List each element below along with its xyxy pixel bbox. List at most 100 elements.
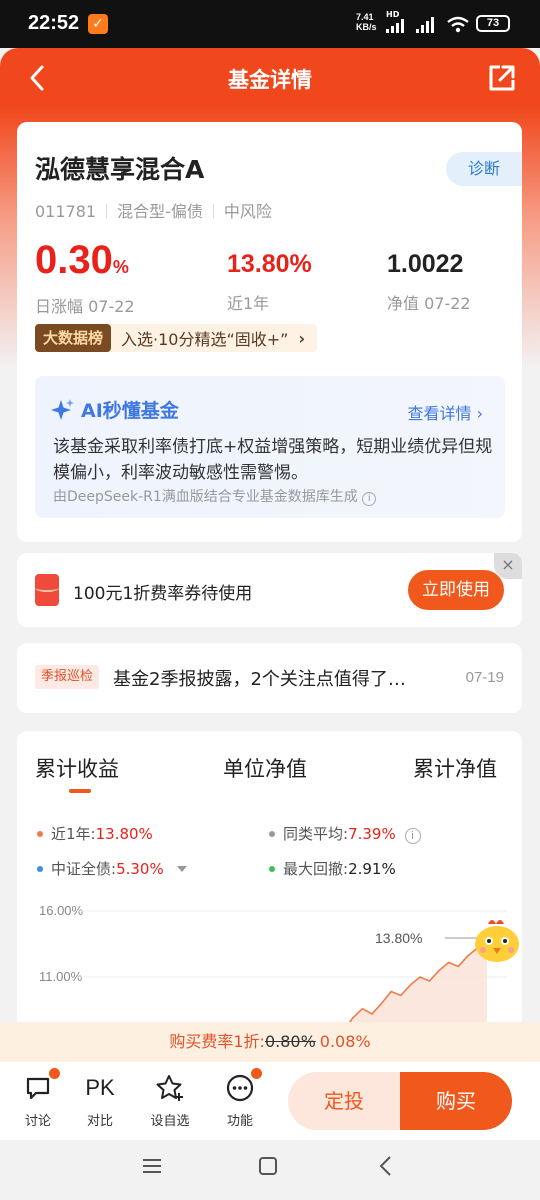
tab-cumulative-return[interactable]: 累计收益 xyxy=(35,753,119,783)
fund-type: 混合型-偏债 xyxy=(117,202,203,221)
home-icon[interactable] xyxy=(258,1156,278,1176)
ai-summary-text: 该基金采取利率债打底+权益增强策略，短期业绩优异但规模偏小，利率波动敏感性需警惕… xyxy=(53,437,493,483)
system-nav-bar xyxy=(0,1140,540,1200)
signal-icon-2 xyxy=(416,17,434,33)
buy-button[interactable]: 购买 xyxy=(400,1072,512,1130)
discuss-button[interactable]: 讨论 xyxy=(8,1068,68,1129)
notification-dot xyxy=(251,1068,262,1079)
legend-fund-value: 13.80% xyxy=(95,825,153,843)
title-bar: 基金详情 xyxy=(0,48,540,108)
add-watchlist-button[interactable]: 设自选 xyxy=(140,1072,200,1129)
menu-icon[interactable] xyxy=(142,1156,162,1176)
chevron-right-icon: › xyxy=(298,328,306,348)
news-headline: 基金2季报披露，2个关注点值得了… xyxy=(113,669,406,690)
fee-new: 0.08% xyxy=(319,1032,371,1051)
chevron-right-icon: › xyxy=(476,404,483,423)
mascot-icon xyxy=(475,920,519,962)
app-notification-icon: ✓ xyxy=(88,14,108,34)
daily-change-unit: % xyxy=(112,257,129,277)
fund-meta: 011781 混合型-偏债 中风险 xyxy=(35,198,272,222)
legend-drawdown-value: 2.91% xyxy=(348,860,396,878)
nav-label: 净值 07-22 xyxy=(387,294,471,313)
daily-change-stat: 0.30% 日涨幅 07-22 xyxy=(35,238,135,317)
pk-icon: PK xyxy=(85,1075,115,1100)
hd-label: HD xyxy=(386,10,400,19)
ai-title-text: AI秒懂基金 xyxy=(81,400,179,422)
legend-peer-label: 同类平均: xyxy=(283,825,349,843)
nav-value: 1.0022 xyxy=(387,250,464,278)
year-return-value: 13.80% xyxy=(227,250,312,278)
back-nav-icon[interactable] xyxy=(376,1155,396,1177)
compare-label: 对比 xyxy=(86,1114,113,1129)
star-plus-icon xyxy=(156,1075,183,1101)
notification-dot xyxy=(49,1068,60,1079)
legend-dot-peer xyxy=(269,831,275,837)
ai-title: AI秒懂基金 xyxy=(51,396,179,423)
legend-peer-value: 7.39% xyxy=(348,825,396,843)
chat-icon xyxy=(26,1077,50,1100)
bigdata-tag: 大数据榜 xyxy=(35,324,112,352)
ai-source: 由DeepSeek-R1满血版结合专业基金数据库生成 i xyxy=(53,486,377,506)
legend-bench-label: 中证全债: xyxy=(51,860,117,878)
info-icon[interactable]: i xyxy=(404,828,421,844)
close-icon[interactable]: × xyxy=(494,553,522,579)
watchlist-label: 设自选 xyxy=(150,1114,190,1129)
functions-label: 功能 xyxy=(226,1114,253,1129)
nav-stat: 1.0022 净值 07-22 xyxy=(387,248,471,314)
legend-fund-label: 近1年: xyxy=(51,825,96,843)
network-speed: 7.41 KB/s xyxy=(356,12,377,32)
news-tag: 季报巡检 xyxy=(35,665,100,689)
daily-change-value: 0.30 xyxy=(35,238,113,282)
year-return-stat: 13.80% 近1年 xyxy=(227,248,312,314)
legend-fund: 近1年:13.80% xyxy=(37,823,153,844)
fund-name: 泓德慧享混合A xyxy=(35,155,205,184)
compare-button[interactable]: PK 对比 xyxy=(70,1072,130,1129)
tab-cumulative-nav[interactable]: 累计净值 xyxy=(413,753,497,783)
net-speed-unit: KB/s xyxy=(356,22,377,32)
ai-source-text: 由DeepSeek-R1满血版结合专业基金数据库生成 xyxy=(53,489,358,505)
year-return-label: 近1年 xyxy=(227,294,270,313)
news-card[interactable]: 季报巡检 基金2季报披露，2个关注点值得了… 07-19 xyxy=(17,643,522,713)
auto-invest-button[interactable]: 定投 xyxy=(288,1072,400,1130)
legend-peer: 同类平均:7.39% i xyxy=(269,823,421,844)
discuss-label: 讨论 xyxy=(24,1114,51,1129)
legend-benchmark[interactable]: 中证全债:5.30% xyxy=(37,858,187,879)
legend-dot-fund xyxy=(37,831,43,837)
status-bar: 22:52 ✓ 7.41 KB/s HD 73 xyxy=(0,0,540,48)
battery-indicator: 73 xyxy=(476,15,510,32)
info-icon[interactable]: i xyxy=(362,492,377,506)
page-title: 基金详情 xyxy=(228,68,312,92)
tab-unit-nav[interactable]: 单位净值 xyxy=(223,753,307,783)
red-packet-icon xyxy=(35,574,59,606)
chart-tabs: 累计收益 单位净值 累计净值 xyxy=(35,753,505,793)
dropdown-triangle-icon xyxy=(176,866,187,872)
bigdata-ranking-banner[interactable]: 大数据榜 入选·10分精选“固收+” › xyxy=(35,324,318,352)
status-time: 22:52 xyxy=(28,12,80,34)
end-value-label: 13.80% xyxy=(375,930,422,946)
more-icon xyxy=(226,1074,254,1102)
fund-risk: 中风险 xyxy=(223,202,272,221)
share-icon[interactable] xyxy=(486,62,518,94)
news-date: 07-19 xyxy=(465,669,504,686)
coupon-card: 100元1折费率券待使用 立即使用 × xyxy=(17,553,522,627)
legend-drawdown: 最大回撤:2.91% xyxy=(269,858,396,879)
ai-more-link[interactable]: 查看详情 › xyxy=(407,400,483,424)
signal-icon xyxy=(386,19,404,33)
legend-dot-benchmark xyxy=(37,866,43,872)
diagnose-button[interactable]: 诊断 xyxy=(446,152,522,186)
use-coupon-button[interactable]: 立即使用 xyxy=(408,570,504,610)
bigdata-text: 入选·10分精选“固收+” xyxy=(121,330,289,349)
bottom-toolbar: 讨论 PK 对比 设自选 功能 定投 购买 xyxy=(0,1062,540,1140)
coupon-text: 100元1折费率券待使用 xyxy=(73,584,253,604)
ai-more-text: 查看详情 xyxy=(407,404,472,423)
functions-button[interactable]: 功能 xyxy=(210,1068,270,1129)
ai-summary-box[interactable]: AI秒懂基金 查看详情 › 该基金采取利率债打底+权益增强策略，短期业绩优异但规… xyxy=(35,376,505,518)
fund-info-card: 泓德慧享混合A 诊断 011781 混合型-偏债 中风险 0.30% 日涨幅 07-… xyxy=(17,122,522,542)
net-speed-value: 7.41 xyxy=(356,12,374,22)
active-tab-indicator xyxy=(69,789,91,793)
performance-chart-card: 累计收益 单位净值 累计净值 近1年:13.80% 同类平均:7.39% i 中… xyxy=(17,731,522,1061)
legend-dot-drawdown xyxy=(269,866,275,872)
fee-discount-bar: 购买费率1折:0.80% 0.08% xyxy=(0,1022,540,1062)
wifi-icon xyxy=(447,16,469,33)
sparkle-icon xyxy=(51,398,74,420)
